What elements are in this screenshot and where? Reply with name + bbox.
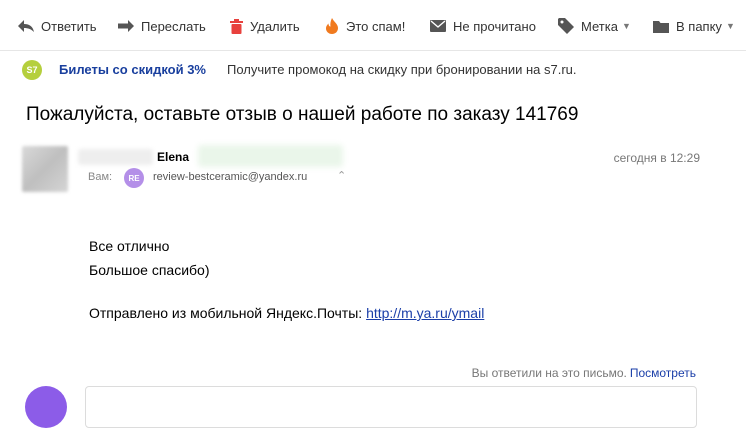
promo-banner[interactable]: S7 Билеты со скидкой 3% Получите промоко… <box>0 50 746 90</box>
message-signature: Отправлено из мобильной Яндекс.Почты: ht… <box>89 305 484 321</box>
quick-reply-input[interactable] <box>85 386 697 428</box>
spam-label: Это спам! <box>346 18 406 34</box>
chevron-up-icon[interactable]: ⌃ <box>337 169 346 182</box>
signature-link[interactable]: http://m.ya.ru/ymail <box>366 305 484 321</box>
chevron-down-icon: ▼ <box>725 21 735 31</box>
envelope-icon <box>430 20 446 32</box>
chevron-down-icon: ▼ <box>621 21 631 31</box>
sender-address-blurred <box>198 145 343 167</box>
label-button[interactable]: Метка ▼ <box>558 14 631 38</box>
sender-name-blurred <box>78 149 153 165</box>
signature-text: Отправлено из мобильной Яндекс.Почты: <box>89 305 363 321</box>
move-to-folder-button[interactable]: В папку ▼ <box>653 14 735 38</box>
recipient-avatar: RE <box>124 168 144 188</box>
promo-text: Получите промокод на скидку при брониров… <box>227 62 577 77</box>
message-body-line: Большое спасибо) <box>89 262 210 278</box>
recipient-label: Вам: <box>88 171 113 183</box>
tag-icon <box>558 18 574 34</box>
reply-button[interactable]: Ответить <box>18 14 97 38</box>
recipient-email[interactable]: review-bestceramic@yandex.ru <box>153 171 307 183</box>
message-body-line: Все отлично <box>89 238 170 254</box>
mark-unread-label: Не прочитано <box>453 18 536 34</box>
s7-logo-icon: S7 <box>22 60 42 80</box>
folder-icon <box>653 20 669 33</box>
fire-icon <box>326 18 338 34</box>
forward-icon <box>118 20 134 32</box>
user-avatar[interactable] <box>25 386 67 428</box>
sender-avatar[interactable] <box>22 146 68 192</box>
sender-name[interactable]: Elena <box>157 150 189 164</box>
label-label: Метка <box>581 18 618 34</box>
reply-label: Ответить <box>41 18 97 34</box>
view-reply-link[interactable]: Посмотреть <box>630 366 696 380</box>
mark-unread-button[interactable]: Не прочитано <box>430 14 536 38</box>
promo-title[interactable]: Билеты со скидкой 3% <box>59 62 206 77</box>
reply-status: Вы ответили на это письмо. Посмотреть <box>472 366 696 380</box>
reply-status-text: Вы ответили на это письмо. <box>471 366 627 380</box>
delete-label: Удалить <box>250 18 300 34</box>
message-subject: Пожалуйста, оставьте отзыв о нашей работ… <box>26 104 579 125</box>
message-toolbar: Ответить Переслать Удалить Это спам! Не … <box>0 0 746 51</box>
message-date: сегодня в 12:29 <box>613 151 700 165</box>
reply-icon <box>18 20 34 32</box>
move-to-folder-label: В папку <box>676 18 722 34</box>
trash-icon <box>230 18 243 34</box>
spam-button[interactable]: Это спам! <box>325 14 405 38</box>
forward-button[interactable]: Переслать <box>118 14 206 38</box>
delete-button[interactable]: Удалить <box>230 14 300 38</box>
forward-label: Переслать <box>141 18 206 34</box>
